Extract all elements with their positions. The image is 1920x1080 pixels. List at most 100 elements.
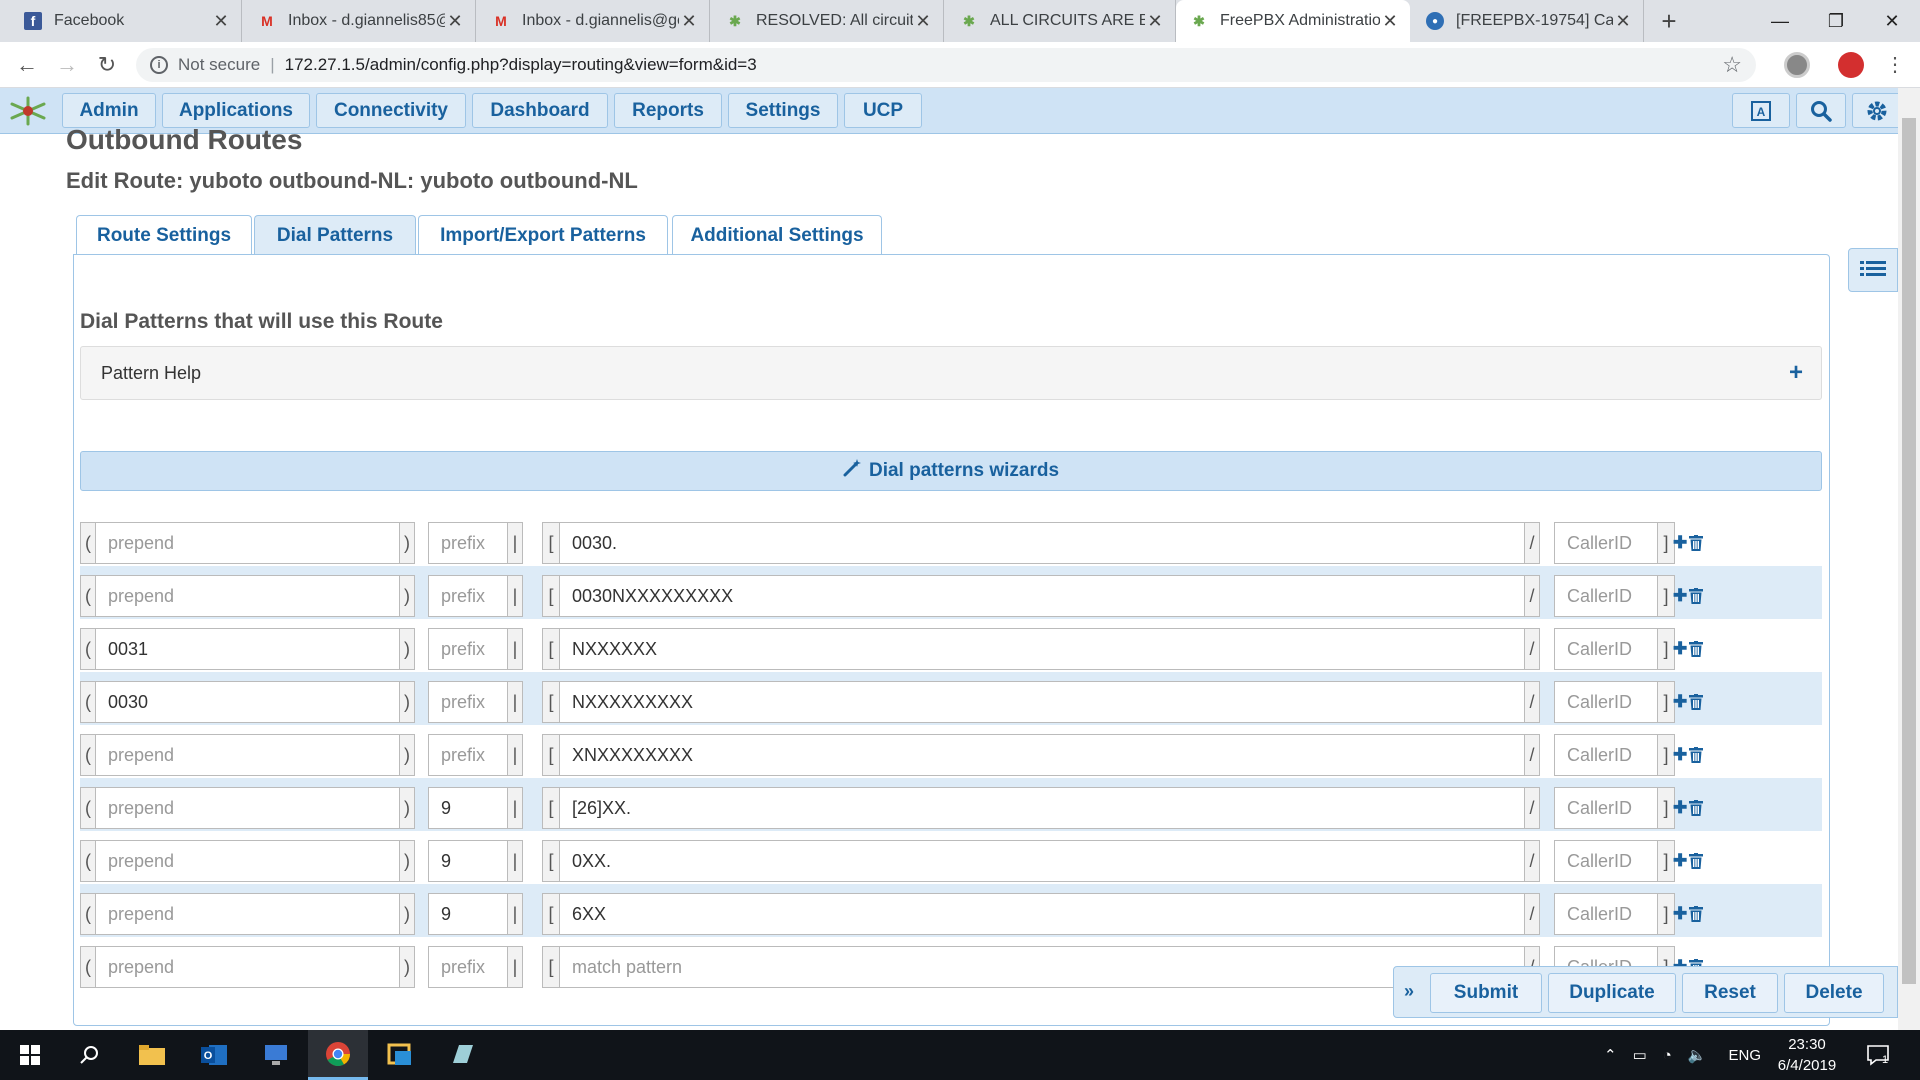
prefix-input[interactable]: prefix bbox=[428, 946, 508, 988]
dial-pattern-wizard-button[interactable]: Dial patterns wizards bbox=[80, 451, 1822, 491]
callerid-input[interactable]: CallerID bbox=[1554, 893, 1658, 935]
add-pattern-plus-icon[interactable]: ✚ bbox=[1673, 533, 1687, 553]
add-pattern-plus-icon[interactable]: ✚ bbox=[1673, 851, 1687, 871]
notes-app-icon[interactable] bbox=[432, 1030, 492, 1080]
match-pattern-input[interactable]: 0030. bbox=[559, 522, 1525, 564]
prepend-input[interactable]: prepend bbox=[95, 522, 400, 564]
callerid-input[interactable]: CallerID bbox=[1554, 734, 1658, 776]
browser-tab-freepbx[interactable]: ✱ FreePBX Administration ✕ bbox=[1176, 0, 1410, 42]
close-icon[interactable]: ✕ bbox=[1380, 11, 1400, 32]
prefix-input[interactable]: 9 bbox=[428, 893, 508, 935]
browser-tab-facebook[interactable]: f Facebook ✕ bbox=[10, 0, 242, 42]
nav-settings[interactable]: Settings bbox=[728, 93, 838, 128]
close-window-button[interactable]: ✕ bbox=[1864, 0, 1920, 42]
prefix-input[interactable]: 9 bbox=[428, 840, 508, 882]
reset-button[interactable]: Reset bbox=[1682, 973, 1778, 1013]
delete-button[interactable]: Delete bbox=[1784, 973, 1884, 1013]
add-pattern-plus-icon[interactable]: ✚ bbox=[1673, 639, 1687, 659]
prefix-input[interactable]: prefix bbox=[428, 734, 508, 776]
profile-avatar[interactable] bbox=[1838, 52, 1864, 78]
close-icon[interactable]: ✕ bbox=[679, 11, 699, 32]
prefix-input[interactable]: prefix bbox=[428, 522, 508, 564]
clock[interactable]: 23:30 6/4/2019 bbox=[1772, 1034, 1842, 1076]
action-center-icon[interactable]: 1 bbox=[1866, 1030, 1889, 1080]
wifi-icon[interactable]: ◔ bbox=[1663, 1047, 1672, 1064]
nav-connectivity[interactable]: Connectivity bbox=[316, 93, 466, 128]
match-pattern-input[interactable]: NXXXXXX bbox=[559, 628, 1525, 670]
trash-icon[interactable] bbox=[1689, 853, 1704, 869]
trash-icon[interactable] bbox=[1689, 800, 1704, 816]
forward-icon[interactable]: → bbox=[52, 50, 82, 80]
browser-tab-resolved[interactable]: ✱ RESOLVED: All circuits ✕ bbox=[712, 0, 944, 42]
search-icon[interactable] bbox=[60, 1030, 120, 1080]
minimize-button[interactable]: — bbox=[1752, 0, 1808, 42]
browser-tab-gmail-2[interactable]: M Inbox - d.giannelis@gc ✕ bbox=[478, 0, 710, 42]
freepbx-logo[interactable] bbox=[4, 94, 52, 128]
add-pattern-plus-icon[interactable]: ✚ bbox=[1673, 904, 1687, 924]
prefix-input[interactable]: prefix bbox=[428, 681, 508, 723]
gear-icon[interactable] bbox=[1852, 93, 1902, 128]
trash-icon[interactable] bbox=[1689, 694, 1704, 710]
windows-start-icon[interactable] bbox=[0, 1030, 60, 1080]
prepend-input[interactable]: prepend bbox=[95, 893, 400, 935]
prepend-input[interactable]: prepend bbox=[95, 840, 400, 882]
prepend-input[interactable]: prepend bbox=[95, 787, 400, 829]
prepend-input[interactable]: 0031 bbox=[95, 628, 400, 670]
trash-icon[interactable] bbox=[1689, 588, 1704, 604]
close-icon[interactable]: ✕ bbox=[913, 11, 933, 32]
new-tab-button[interactable]: + bbox=[1654, 6, 1684, 36]
prepend-input[interactable]: 0030 bbox=[95, 681, 400, 723]
chevron-up-icon[interactable]: ⌃ bbox=[1604, 1046, 1617, 1064]
remote-desktop-icon[interactable] bbox=[246, 1030, 306, 1080]
match-pattern-input[interactable]: [26]XX. bbox=[559, 787, 1525, 829]
tab-dial-patterns[interactable]: Dial Patterns bbox=[254, 215, 416, 255]
url-text[interactable]: 172.27.1.5/admin/config.php?display=rout… bbox=[285, 55, 757, 75]
prefix-input[interactable]: 9 bbox=[428, 787, 508, 829]
trash-icon[interactable] bbox=[1689, 535, 1704, 551]
bookmark-star-icon[interactable]: ☆ bbox=[1722, 52, 1742, 78]
trash-icon[interactable] bbox=[1689, 906, 1704, 922]
language-indicator[interactable]: ENG bbox=[1729, 1047, 1762, 1064]
match-pattern-input[interactable]: 0XX. bbox=[559, 840, 1525, 882]
nav-reports[interactable]: Reports bbox=[614, 93, 722, 128]
address-bar[interactable]: i Not secure | 172.27.1.5/admin/config.p… bbox=[136, 48, 1756, 82]
add-pattern-plus-icon[interactable]: ✚ bbox=[1673, 745, 1687, 765]
submit-button[interactable]: Submit bbox=[1430, 973, 1542, 1013]
pattern-help-panel[interactable]: Pattern Help + bbox=[80, 346, 1822, 400]
tab-import-export[interactable]: Import/Export Patterns bbox=[418, 215, 668, 255]
match-pattern-input[interactable]: NXXXXXXXXX bbox=[559, 681, 1525, 723]
maximize-button[interactable]: ❐ bbox=[1808, 0, 1864, 42]
trash-icon[interactable] bbox=[1689, 641, 1704, 657]
callerid-input[interactable]: CallerID bbox=[1554, 681, 1658, 723]
close-icon[interactable]: ✕ bbox=[445, 11, 465, 32]
callerid-input[interactable]: CallerID bbox=[1554, 522, 1658, 564]
list-icon[interactable] bbox=[1848, 248, 1898, 292]
file-explorer-icon[interactable] bbox=[122, 1030, 182, 1080]
add-pattern-plus-icon[interactable]: ✚ bbox=[1673, 692, 1687, 712]
volume-icon[interactable]: 🔈 bbox=[1688, 1046, 1707, 1064]
chrome-icon[interactable] bbox=[308, 1030, 368, 1080]
prepend-input[interactable]: prepend bbox=[95, 734, 400, 776]
chrome-menu-icon[interactable]: ⋮ bbox=[1880, 50, 1910, 80]
add-pattern-plus-icon[interactable]: ✚ bbox=[1673, 586, 1687, 606]
tab-route-settings[interactable]: Route Settings bbox=[76, 215, 252, 255]
app-window-icon[interactable] bbox=[370, 1030, 430, 1080]
close-icon[interactable]: ✕ bbox=[211, 11, 231, 32]
match-pattern-input[interactable]: match pattern bbox=[559, 946, 1525, 988]
duplicate-button[interactable]: Duplicate bbox=[1548, 973, 1676, 1013]
browser-tab-gmail-1[interactable]: M Inbox - d.giannelis85@ ✕ bbox=[244, 0, 476, 42]
language-icon[interactable]: A bbox=[1732, 93, 1790, 128]
reload-icon[interactable]: ↻ bbox=[92, 50, 122, 80]
match-pattern-input[interactable]: 0030NXXXXXXXXX bbox=[559, 575, 1525, 617]
search-icon[interactable] bbox=[1796, 93, 1846, 128]
prefix-input[interactable]: prefix bbox=[428, 575, 508, 617]
back-icon[interactable]: ← bbox=[12, 50, 42, 80]
match-pattern-input[interactable]: XNXXXXXXXX bbox=[559, 734, 1525, 776]
add-pattern-plus-icon[interactable]: ✚ bbox=[1673, 798, 1687, 818]
prefix-input[interactable]: prefix bbox=[428, 628, 508, 670]
nav-admin[interactable]: Admin bbox=[62, 93, 156, 128]
collapse-chevron-icon[interactable]: » bbox=[1404, 981, 1414, 1002]
info-icon[interactable]: i bbox=[150, 56, 168, 74]
prepend-input[interactable]: prepend bbox=[95, 575, 400, 617]
nav-applications[interactable]: Applications bbox=[162, 93, 310, 128]
